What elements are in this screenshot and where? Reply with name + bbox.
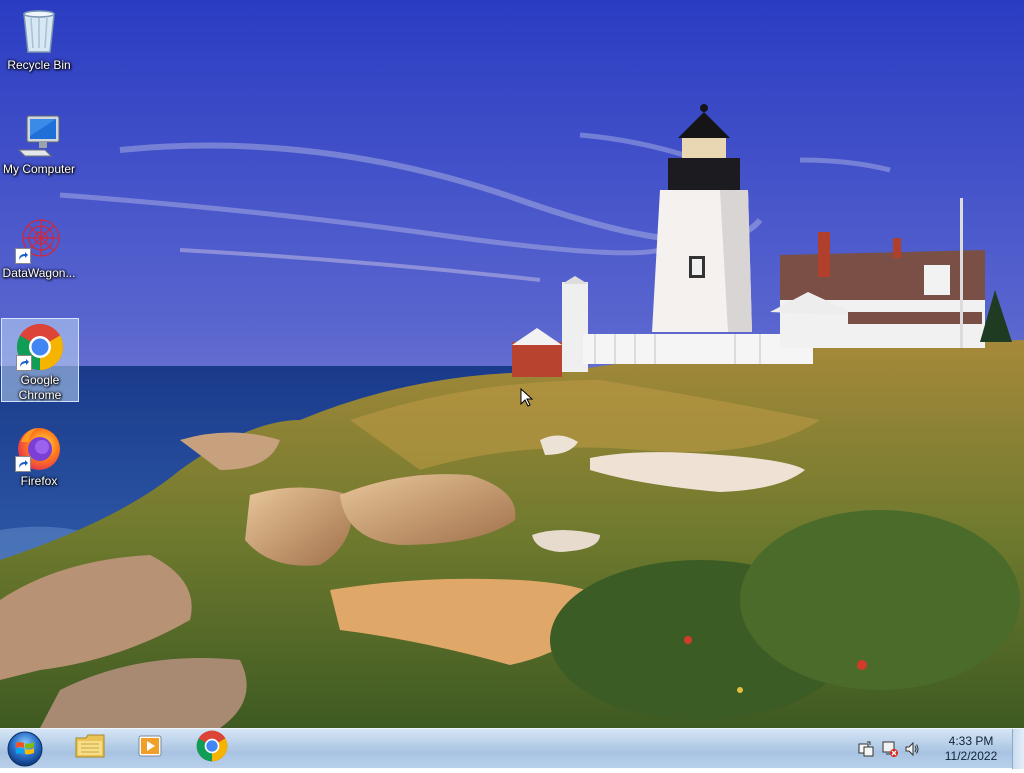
computer-icon bbox=[15, 112, 63, 160]
taskbar-chrome-button[interactable] bbox=[184, 730, 240, 767]
chrome-icon bbox=[16, 323, 64, 371]
shortcut-arrow-icon bbox=[15, 248, 31, 264]
desktop-icon-label: Google Chrome bbox=[18, 373, 62, 402]
chrome-icon bbox=[196, 730, 228, 767]
start-button[interactable] bbox=[4, 730, 46, 768]
recycle-bin-icon bbox=[15, 8, 63, 56]
firefox-icon bbox=[15, 424, 63, 472]
desktop-icon-label: Recycle Bin bbox=[7, 58, 71, 72]
desktop-icon-recycle-bin[interactable]: Recycle Bin bbox=[1, 4, 77, 74]
desktop-icon-label: Firefox bbox=[20, 474, 58, 488]
desktop-icon-label: DataWagon... bbox=[2, 266, 76, 280]
clock-time: 4:33 PM bbox=[948, 734, 994, 748]
taskbar-media-player-button[interactable] bbox=[122, 730, 178, 767]
network-icon[interactable] bbox=[882, 741, 898, 757]
desktop-wallpaper bbox=[0, 0, 1024, 728]
media-player-icon bbox=[136, 732, 164, 765]
volume-icon[interactable] bbox=[904, 741, 920, 757]
desktop-icon-google-chrome[interactable]: Google Chrome bbox=[1, 318, 79, 402]
datawagon-icon bbox=[15, 216, 63, 264]
clock-date: 11/2/2022 bbox=[944, 749, 998, 763]
desktop-icon-label: My Computer bbox=[2, 162, 76, 176]
folder-icon bbox=[74, 732, 106, 765]
taskbar-clock[interactable]: 4:33 PM 11/2/2022 bbox=[940, 734, 1002, 764]
taskbar: 4:33 PM 11/2/2022 bbox=[0, 728, 1024, 769]
shortcut-arrow-icon bbox=[15, 456, 31, 472]
system-tray: 4:33 PM 11/2/2022 bbox=[854, 729, 1024, 769]
show-desktop-button[interactable] bbox=[1012, 729, 1024, 769]
desktop-icon-firefox[interactable]: Firefox bbox=[1, 420, 77, 490]
shortcut-arrow-icon bbox=[16, 355, 32, 371]
desktop-icon-my-computer[interactable]: My Computer bbox=[1, 108, 77, 178]
mouse-pointer-icon bbox=[520, 387, 534, 413]
action-center-icon[interactable] bbox=[858, 741, 874, 757]
desktop-icon-datawagon[interactable]: DataWagon... bbox=[1, 212, 77, 282]
taskbar-file-explorer-button[interactable] bbox=[62, 730, 118, 767]
